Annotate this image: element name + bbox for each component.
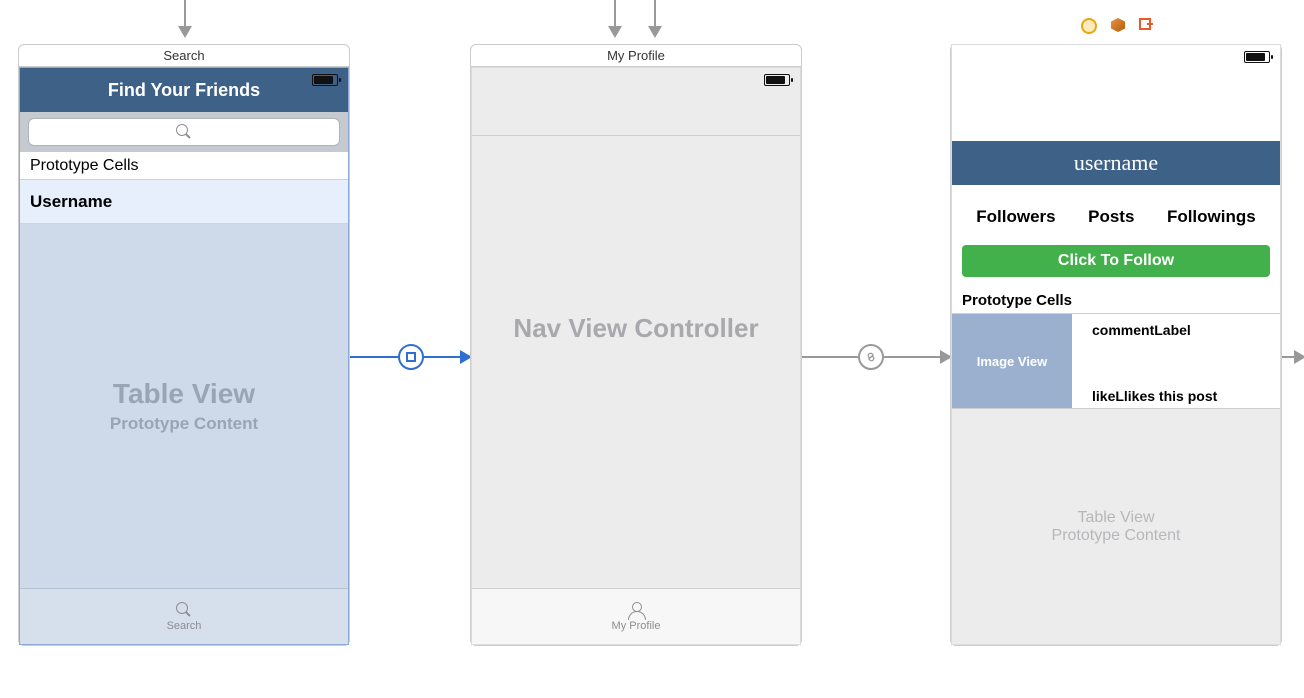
segue-relationship-icon — [864, 350, 878, 364]
battery-icon — [312, 74, 338, 86]
battery-icon — [1244, 51, 1270, 63]
segue-3-out-line[interactable] — [1282, 356, 1304, 358]
initial-arrow-scene1 — [184, 0, 186, 36]
follow-button[interactable]: Click To Follow — [962, 245, 1270, 277]
tab-bar[interactable]: Search — [20, 588, 348, 644]
table-view-label: Table View — [1077, 509, 1154, 527]
table-view-placeholder: Table View Prototype Content — [952, 409, 1280, 644]
segue-1-2-badge[interactable] — [398, 344, 424, 370]
tab-profile-icon — [628, 602, 644, 618]
scene-title-my-profile: My Profile — [471, 45, 801, 67]
scene-body-profile-detail[interactable]: username Followers Posts Followings Clic… — [951, 44, 1281, 645]
tab-profile-label: My Profile — [612, 620, 661, 632]
stats-row: Followers Posts Followings — [952, 197, 1280, 237]
scene-title-search: Search — [19, 45, 349, 67]
followings-label[interactable]: Followings — [1167, 207, 1256, 227]
follow-button-label: Click To Follow — [1058, 252, 1174, 270]
comment-label: commentLabel — [1092, 322, 1268, 338]
prototype-cells-header: Prototype Cells — [952, 289, 1280, 313]
prototype-cells-header: Prototype Cells — [20, 152, 348, 180]
likes-text: likeLlikes this post — [1092, 388, 1217, 404]
segue-present-icon — [406, 352, 416, 362]
segue-2-3-badge[interactable] — [858, 344, 884, 370]
doc-icon-circle[interactable] — [1081, 18, 1097, 34]
username-bar: username — [952, 141, 1280, 185]
doc-icon-exit[interactable] — [1139, 18, 1151, 30]
post-cell[interactable]: Image View commentLabel likeLlikes this … — [952, 313, 1280, 409]
nav-view-controller-label: Nav View Controller — [472, 68, 800, 588]
doc-icon-cube[interactable] — [1111, 18, 1125, 32]
table-view-label: Table View — [113, 378, 255, 410]
incoming-arrow-scene2-b — [654, 0, 656, 36]
username-label: username — [1074, 150, 1158, 176]
scene-profile-detail[interactable]: username Followers Posts Followings Clic… — [950, 44, 1282, 646]
tab-search-icon — [176, 602, 192, 618]
cell-right: commentLabel likeLlikes this post — [1072, 314, 1280, 408]
followers-label[interactable]: Followers — [976, 207, 1055, 227]
search-bar-wrap — [20, 112, 348, 152]
prototype-content-label: Prototype Content — [110, 414, 258, 434]
posts-label[interactable]: Posts — [1088, 207, 1134, 227]
username-label: Username — [30, 192, 112, 212]
scene-body-my-profile[interactable]: Nav View Controller My Profile — [471, 67, 801, 645]
username-cell[interactable]: Username — [20, 180, 348, 224]
likes-line: likeLlikes this post — [1092, 388, 1268, 404]
search-field[interactable] — [28, 118, 340, 146]
scene-doc-icons — [951, 18, 1281, 34]
image-view-label: Image View — [977, 354, 1048, 369]
storyboard-canvas[interactable]: Search Find Your Friends Prototype Cells… — [0, 0, 1304, 698]
status-bar — [952, 45, 1280, 69]
image-view[interactable]: Image View — [952, 314, 1072, 408]
table-view-placeholder: Table View Prototype Content — [20, 224, 348, 588]
scene-body-search[interactable]: Find Your Friends Prototype Cells Userna… — [19, 67, 349, 645]
tab-bar[interactable]: My Profile — [472, 588, 800, 644]
scene-my-profile[interactable]: My Profile Nav View Controller My Profil… — [470, 44, 802, 646]
search-icon — [176, 124, 192, 140]
status-bar — [20, 68, 348, 92]
tab-search-label: Search — [167, 620, 202, 632]
prototype-content-label: Prototype Content — [1052, 527, 1181, 545]
scene-search[interactable]: Search Find Your Friends Prototype Cells… — [18, 44, 350, 646]
incoming-arrow-scene2-a — [614, 0, 616, 36]
